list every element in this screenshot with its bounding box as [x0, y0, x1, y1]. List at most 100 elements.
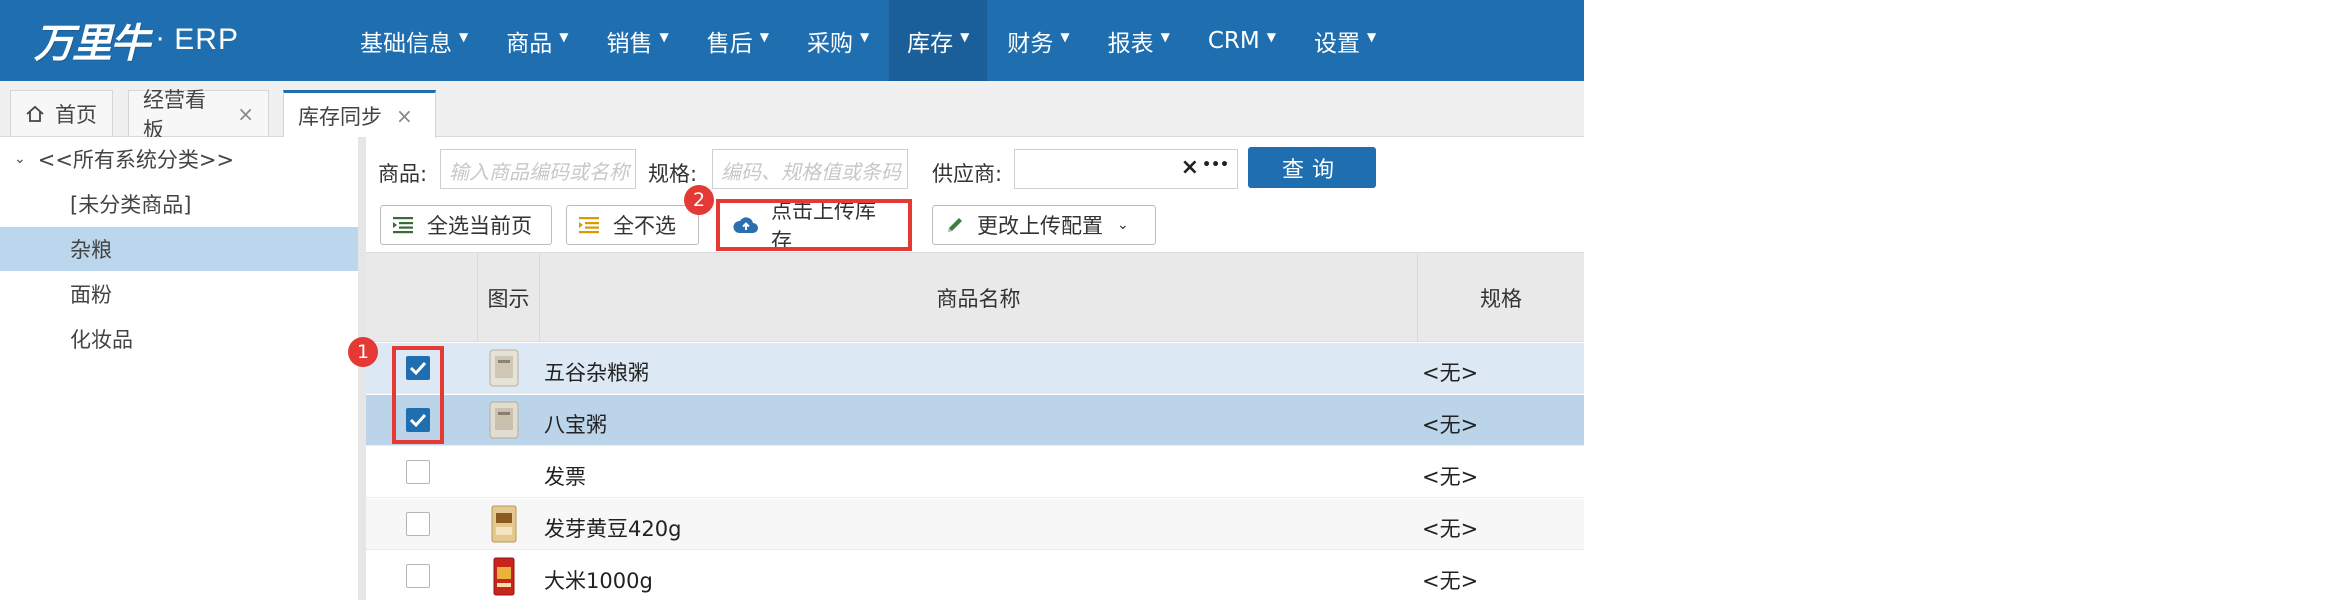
product-thumbnail: [484, 347, 524, 389]
product-spec-cell: <无>: [1422, 465, 1479, 489]
menu-reports[interactable]: 报表 ▼: [1090, 0, 1188, 81]
menu-products[interactable]: 商品 ▼: [488, 0, 586, 81]
row-checkbox[interactable]: [406, 564, 430, 588]
tab-label: 首页: [55, 102, 97, 127]
caret-down-icon: ▼: [1367, 29, 1377, 44]
tree-item-grains[interactable]: 杂粮: [0, 227, 358, 271]
caret-down-icon: ▼: [1266, 29, 1276, 44]
logo-mark: 万里牛: [34, 20, 150, 67]
supplier-filter-label: 供应商:: [932, 162, 1003, 186]
logo[interactable]: 万里牛 · ERP: [34, 10, 239, 70]
menu-settings[interactable]: 设置 ▼: [1296, 0, 1394, 81]
erp-app: 万里牛 · ERP 基础信息 ▼ 商品 ▼ 销售 ▼ 售后 ▼ 采购 ▼ 库存 ▼ 财务 ▼ …: [0, 0, 1584, 600]
category-tree: ⌄ <<所有系统分类>> [未分类商品] 杂粮 面粉 化妆品: [0, 137, 358, 600]
caret-down-icon: ▼: [1060, 29, 1070, 44]
product-spec-cell: <无>: [1422, 361, 1479, 385]
product-name-cell: 八宝粥: [544, 413, 607, 437]
column-header-image[interactable]: 图示: [478, 253, 540, 342]
caret-down-icon: ▼: [759, 29, 769, 44]
caret-down-icon: ▼: [1160, 29, 1170, 44]
logo-text: ERP: [174, 23, 239, 56]
chevron-down-icon[interactable]: ⌄: [14, 151, 26, 167]
caret-down-icon: ▼: [459, 29, 469, 44]
tree-item-label: 杂粮: [70, 238, 112, 262]
product-thumbnail: [484, 399, 524, 441]
column-header-label: 商品名称: [936, 286, 1021, 311]
tree-item-label: 化妆品: [70, 328, 133, 352]
menu-inventory[interactable]: 库存 ▼: [889, 0, 988, 81]
tree-item-label: 面粉: [70, 283, 112, 307]
splitter-scrollbar[interactable]: [358, 137, 366, 600]
menu-label: CRM: [1207, 27, 1260, 54]
button-label: 全选当前页: [427, 214, 532, 238]
menu-finance[interactable]: 财务 ▼: [989, 0, 1087, 81]
tree-item-uncategorized[interactable]: [未分类商品]: [0, 182, 358, 226]
menu-label: 基础信息: [360, 30, 452, 57]
menu-label: 财务: [1007, 30, 1054, 57]
caret-down-icon: ▼: [960, 29, 970, 44]
tab-label: 经营看板: [143, 87, 206, 142]
column-header-name[interactable]: 商品名称: [540, 253, 1418, 342]
list-icon: [393, 216, 415, 234]
main-menu: 基础信息 ▼ 商品 ▼ 销售 ▼ 售后 ▼ 采购 ▼ 库存 ▼ 财务 ▼ 报表 ▼ CRM ▼ 设…: [342, 0, 1396, 81]
column-header-select[interactable]: [366, 253, 478, 342]
chevron-down-icon[interactable]: ⌄: [1117, 217, 1129, 233]
close-icon[interactable]: ×: [396, 104, 413, 128]
product-name-cell: 发票: [544, 465, 586, 489]
tab-inventory-sync[interactable]: 库存同步 ×: [283, 90, 436, 138]
column-header-spec[interactable]: 规格: [1418, 253, 1584, 342]
menu-label: 设置: [1314, 30, 1360, 57]
table-row[interactable]: 八宝粥 <无>: [366, 395, 1584, 446]
caret-down-icon: ▼: [559, 29, 569, 44]
menu-label: 商品: [506, 30, 553, 57]
tree-item-cosmetics[interactable]: 化妆品: [0, 317, 358, 361]
menu-label: 销售: [606, 30, 653, 57]
caret-down-icon: ▼: [859, 29, 870, 44]
button-label: 更改上传配置: [977, 214, 1103, 238]
select-none-button[interactable]: 全不选: [566, 205, 699, 245]
column-header-label: 图示: [487, 286, 530, 311]
tab-dashboard[interactable]: 经营看板 ×: [128, 88, 269, 142]
clear-icon[interactable]: ×: [1181, 155, 1199, 180]
menu-after-sales[interactable]: 售后 ▼: [689, 0, 787, 81]
top-navbar: 万里牛 · ERP 基础信息 ▼ 商品 ▼ 销售 ▼ 售后 ▼ 采购 ▼ 库存 ▼ 财务 ▼ …: [0, 0, 1584, 81]
product-name-cell: 大米1000g: [544, 569, 653, 593]
tab-home[interactable]: 首页: [10, 90, 113, 136]
logo-dot: ·: [156, 25, 165, 55]
product-filter-label: 商品:: [378, 162, 428, 186]
menu-purchase[interactable]: 采购 ▼: [789, 0, 887, 81]
step-badge-1: 1: [348, 337, 378, 367]
table-row[interactable]: 五谷杂粮粥 <无>: [366, 343, 1584, 394]
tab-bar: 首页 经营看板 × 库存同步 ×: [0, 81, 1584, 142]
product-thumbnail: [484, 555, 524, 597]
tree-item-flour[interactable]: 面粉: [0, 272, 358, 316]
menu-sales[interactable]: 销售 ▼: [588, 0, 686, 81]
menu-basic-info[interactable]: 基础信息 ▼: [342, 0, 486, 81]
list-icon: [579, 216, 601, 234]
select-current-page-button[interactable]: 全选当前页: [380, 205, 552, 245]
product-spec-cell: <无>: [1422, 413, 1479, 437]
home-icon: [26, 105, 44, 122]
product-search-input[interactable]: 输入商品编码或名称: [440, 149, 636, 189]
close-icon[interactable]: ×: [237, 102, 254, 126]
table-row[interactable]: 发芽黄豆420g <无>: [366, 499, 1584, 550]
button-label: 全不选: [613, 214, 676, 238]
change-upload-config-button[interactable]: 更改上传配置 ⌄: [932, 205, 1156, 245]
spec-filter-label: 规格:: [648, 162, 698, 186]
menu-crm[interactable]: CRM ▼: [1190, 0, 1294, 81]
row-checkbox[interactable]: [406, 460, 430, 484]
highlight-box-checkboxes: [392, 346, 444, 444]
tree-item-label: [未分类商品]: [70, 193, 192, 217]
highlight-box-upload: [716, 199, 912, 251]
row-checkbox[interactable]: [406, 512, 430, 536]
query-button[interactable]: 查询: [1248, 147, 1376, 188]
column-header-label: 规格: [1480, 286, 1522, 311]
supplier-input[interactable]: × •••: [1014, 149, 1238, 189]
caret-down-icon: ▼: [659, 29, 669, 44]
product-name-cell: 发芽黄豆420g: [544, 517, 682, 541]
more-icon[interactable]: •••: [1202, 157, 1229, 173]
spec-search-input[interactable]: 编码、规格值或条码: [712, 149, 908, 189]
table-row[interactable]: 发票 <无>: [366, 447, 1584, 498]
tree-root[interactable]: ⌄ <<所有系统分类>>: [0, 137, 358, 181]
table-row[interactable]: 大米1000g <无>: [366, 551, 1584, 600]
